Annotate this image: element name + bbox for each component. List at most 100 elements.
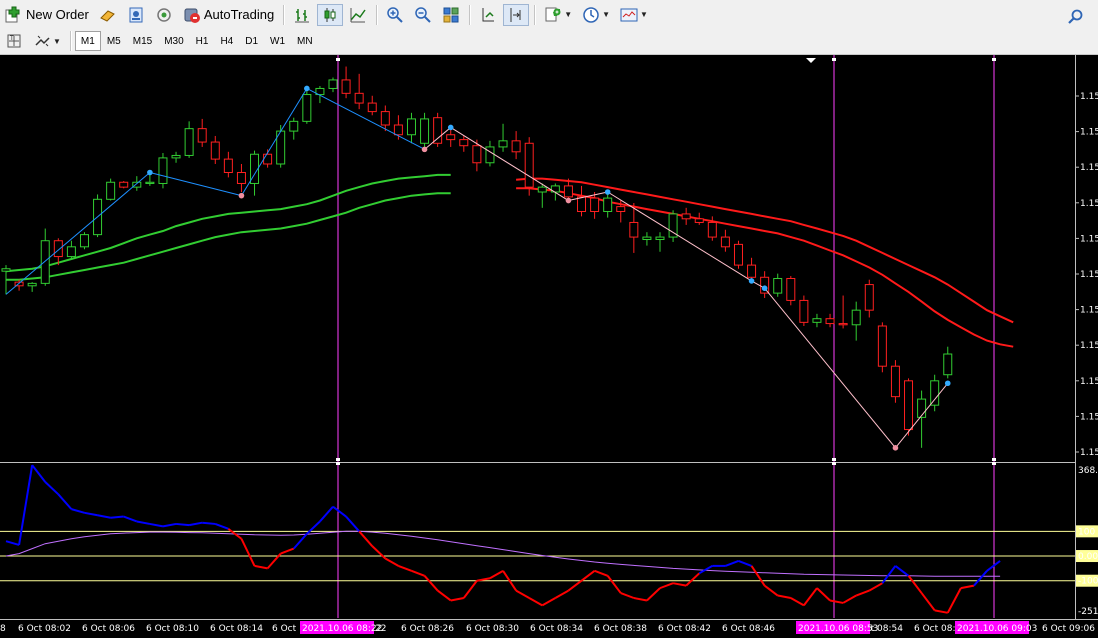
price-axis-label: 1.15 bbox=[1080, 377, 1098, 387]
zigzag-point bbox=[147, 169, 153, 176]
candle-body bbox=[53, 240, 63, 258]
zigzag-point bbox=[892, 445, 899, 451]
candle-body bbox=[537, 186, 547, 193]
market-watch-button[interactable] bbox=[123, 4, 149, 26]
candle bbox=[904, 378, 914, 436]
tile-windows-button[interactable] bbox=[438, 4, 464, 26]
candle-body bbox=[1, 268, 11, 272]
candle-body bbox=[511, 140, 521, 153]
candle-body bbox=[498, 140, 508, 148]
timeframe-m15-button[interactable]: M15 bbox=[127, 31, 158, 51]
toolbar-separator bbox=[376, 4, 378, 25]
candlestick-icon bbox=[321, 6, 339, 24]
zigzag-point bbox=[304, 85, 310, 92]
indicator-axis-label: 100 bbox=[1078, 527, 1095, 537]
candle-body bbox=[106, 181, 116, 200]
chart-window[interactable]: 1.15 1.15 1.15 1.15 1.15 1.15 1.15 1.15 1.15 1.15… bbox=[0, 55, 1098, 638]
indicators-button[interactable]: ▼ bbox=[540, 4, 576, 26]
zoom-in-button[interactable] bbox=[382, 4, 408, 26]
time-marker-label: 2021.10.06 09:03 bbox=[957, 624, 1037, 634]
candle bbox=[433, 112, 443, 147]
timeframe-w1-button[interactable]: W1 bbox=[264, 31, 291, 51]
metaeditor-icon bbox=[99, 6, 117, 24]
candle-body bbox=[420, 118, 430, 144]
new-order-button[interactable]: New Order bbox=[1, 4, 93, 26]
zigzag-point bbox=[748, 278, 755, 284]
timeframe-d1-button[interactable]: D1 bbox=[239, 31, 264, 51]
candle-body bbox=[786, 277, 796, 301]
time-axis-label: 6 Oct 08:38 bbox=[594, 624, 647, 634]
candle-body bbox=[263, 153, 273, 165]
timeframe-m30-button[interactable]: M30 bbox=[158, 31, 189, 51]
metaeditor-button[interactable] bbox=[95, 4, 121, 26]
candle-body bbox=[328, 79, 338, 89]
time-axis-label: 6 Oct 09:06 bbox=[1042, 624, 1095, 634]
zoom-out-button[interactable] bbox=[410, 4, 436, 26]
candle-body bbox=[733, 243, 743, 266]
candle-body bbox=[393, 124, 403, 136]
chart-background bbox=[0, 55, 1098, 638]
candle-body bbox=[747, 264, 757, 278]
timeframe-h4-button[interactable]: H4 bbox=[214, 31, 239, 51]
templates-button[interactable]: ▼ bbox=[616, 4, 652, 26]
line-chart-button[interactable] bbox=[345, 4, 371, 26]
candle-body bbox=[930, 380, 940, 406]
period-separator-handle bbox=[992, 58, 996, 61]
timeframe-mn-button[interactable]: MN bbox=[291, 31, 319, 51]
price-axis-label: 1.15 bbox=[1080, 412, 1098, 422]
bar-chart-button[interactable] bbox=[289, 4, 315, 26]
time-axis-label: 8 bbox=[0, 624, 6, 634]
timeframe-m5-button[interactable]: M5 bbox=[101, 31, 127, 51]
price-axis-label: 1.15 bbox=[1080, 306, 1098, 316]
candle bbox=[93, 194, 103, 238]
chevron-down-icon: ▼ bbox=[640, 10, 648, 19]
candle bbox=[668, 210, 678, 242]
period-separator-handle bbox=[992, 462, 996, 465]
candle-body bbox=[890, 365, 900, 398]
price-axis-label: 1.15 bbox=[1080, 92, 1098, 102]
line-chart-icon bbox=[349, 6, 367, 24]
period-separator-handle bbox=[336, 58, 340, 61]
time-marker-label: 2021.10.06 08:53 bbox=[798, 624, 878, 634]
candle-body bbox=[341, 79, 351, 94]
time-axis-label: 22 bbox=[375, 624, 386, 634]
autotrading-button[interactable]: AutoTrading bbox=[179, 4, 278, 26]
timeframe-h1-button[interactable]: H1 bbox=[190, 31, 215, 51]
period-separator-handle bbox=[992, 458, 996, 461]
candle bbox=[119, 181, 129, 189]
time-axis-label: 6 Oct 08:06 bbox=[82, 624, 135, 634]
price-axis-label: 1.15 bbox=[1080, 448, 1098, 458]
candle-body bbox=[642, 236, 652, 241]
timeframe-m1-button[interactable]: M1 bbox=[74, 31, 101, 51]
candle bbox=[786, 276, 796, 306]
time-axis-label: 6 Oct 08:02 bbox=[18, 624, 71, 634]
candle-body bbox=[877, 325, 887, 367]
zigzag-point bbox=[447, 124, 454, 131]
candle-body bbox=[563, 185, 573, 198]
candle-body bbox=[799, 299, 809, 323]
signals-button[interactable] bbox=[151, 4, 177, 26]
chart-canvas[interactable]: 1.15 1.15 1.15 1.15 1.15 1.15 1.15 1.15 1.15 1.15… bbox=[0, 55, 1098, 638]
time-axis-label: 6 Oct 08:26 bbox=[401, 624, 454, 634]
time-axis-label: 6 Oct 08:46 bbox=[722, 624, 775, 634]
lines-button[interactable]: ▼ bbox=[29, 30, 65, 52]
candlestick-button[interactable] bbox=[317, 3, 344, 26]
periods-button[interactable]: ▼ bbox=[578, 4, 614, 26]
candle-body bbox=[302, 94, 312, 122]
templates-icon bbox=[620, 6, 638, 24]
time-axis-label: 6 Oct 08:14 bbox=[210, 624, 263, 634]
candle-body bbox=[524, 142, 534, 188]
market-watch-icon bbox=[127, 6, 145, 24]
toolbar-separator bbox=[534, 4, 536, 25]
period-separator-handle bbox=[832, 458, 836, 461]
candle-body bbox=[27, 282, 37, 287]
crosshair-button[interactable]: T bbox=[1, 30, 27, 52]
main-toolbar: New Order AutoTrading ▼ ▼ ▼ bbox=[0, 1, 1098, 28]
period-separator-handle bbox=[336, 462, 340, 465]
autoscroll-button[interactable] bbox=[475, 4, 501, 26]
price-axis-label: 1.15 bbox=[1080, 341, 1098, 351]
svg-text:T: T bbox=[9, 35, 14, 42]
indicator-axis-label: -251 bbox=[1078, 607, 1098, 617]
chart-shift-button[interactable] bbox=[503, 3, 530, 26]
search-button[interactable] bbox=[1063, 6, 1089, 28]
